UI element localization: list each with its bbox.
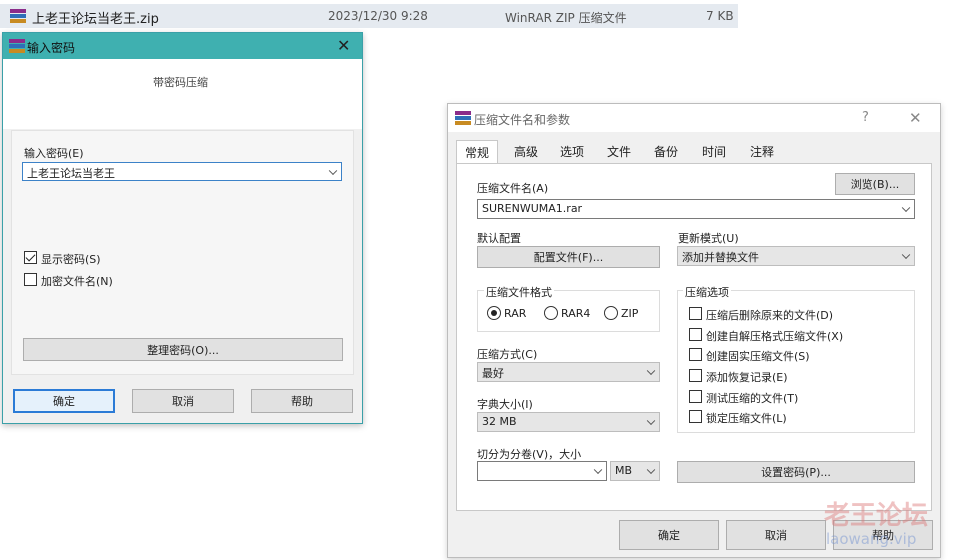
password-input-label: 输入密码(E) (24, 147, 84, 160)
close-icon[interactable]: ✕ (337, 36, 350, 55)
option-label: 压缩后删除原来的文件(D) (706, 309, 834, 322)
archive-name-value: SURENWUMA1.rar (482, 202, 583, 215)
method-label: 压缩方式(C) (477, 348, 538, 361)
tab-comment[interactable]: 注释 (740, 140, 784, 162)
watermark-logo: 老王论坛 (824, 501, 929, 531)
format-rar-label: RAR (504, 307, 527, 320)
option-sfx-checkbox[interactable] (689, 328, 702, 341)
file-name: 上老王论坛当老王.zip (32, 12, 159, 27)
tab-label: 时间 (701, 144, 726, 159)
file-list-row[interactable]: 上老王论坛当老王.zip 2023/12/30 9:28 WinRAR ZIP … (0, 4, 738, 28)
format-rar4-label: RAR4 (561, 307, 591, 320)
tab-files[interactable]: 文件 (597, 140, 641, 162)
option-label: 锁定压缩文件(L) (706, 412, 787, 425)
password-dialog-title: 输入密码 (27, 41, 76, 55)
option-solid-checkbox[interactable] (689, 348, 702, 361)
encrypt-names-checkbox[interactable] (24, 273, 37, 286)
cancel-button[interactable]: 取消 (726, 520, 826, 550)
password-input-value: 上老王论坛当老王 (27, 167, 115, 180)
update-mode-label: 更新模式(U) (678, 232, 739, 245)
chevron-down-icon[interactable] (901, 203, 911, 213)
ok-button[interactable]: 确定 (619, 520, 719, 550)
tab-options[interactable]: 选项 (550, 140, 594, 162)
cancel-button[interactable]: 取消 (132, 389, 234, 413)
file-date: 2023/12/30 9:28 (328, 9, 428, 23)
archive-dialog-titlebar: 压缩文件名和参数 ? ✕ (448, 104, 940, 132)
winrar-app-icon (9, 39, 25, 53)
tab-label: 备份 (653, 144, 678, 159)
update-mode-select[interactable]: 添加并替换文件 (677, 246, 915, 266)
browse-button[interactable]: 浏览(B)... (835, 173, 915, 195)
watermark-url: laowang.vip (826, 530, 917, 548)
update-mode-value: 添加并替换文件 (682, 251, 759, 264)
profiles-button[interactable]: 配置文件(F)... (477, 246, 660, 268)
help-button[interactable]: 帮助 (251, 389, 353, 413)
chevron-down-icon[interactable] (593, 465, 603, 475)
option-recovery-checkbox[interactable] (689, 369, 702, 382)
option-label: 添加恢复记录(E) (706, 371, 788, 384)
tab-label: 选项 (559, 144, 584, 159)
password-dialog: 输入密码 ✕ 带密码压缩 输入密码(E) 上老王论坛当老王 显示密码(S) 加密… (2, 32, 363, 424)
file-size: 7 KB (706, 9, 734, 23)
password-dialog-heading: 带密码压缩 (153, 76, 208, 89)
ok-button[interactable]: 确定 (13, 389, 115, 413)
format-zip-radio[interactable] (604, 306, 618, 320)
chevron-down-icon[interactable] (646, 416, 656, 426)
tab-label: 常规 (464, 146, 489, 160)
chevron-down-icon[interactable] (646, 366, 656, 376)
method-select[interactable]: 最好 (477, 362, 660, 382)
close-icon[interactable]: ✕ (909, 109, 922, 127)
split-volume-label: 切分为分卷(V)，大小 (477, 448, 582, 461)
tab-label: 高级 (513, 144, 538, 159)
archive-name-input[interactable]: SURENWUMA1.rar (477, 199, 915, 219)
archive-format-label: 压缩文件格式 (484, 284, 554, 300)
split-unit-select[interactable]: MB (610, 461, 660, 481)
tab-label: 注释 (749, 144, 774, 159)
option-label: 测试压缩的文件(T) (706, 392, 799, 405)
format-rar4-radio[interactable] (544, 306, 558, 320)
archive-dialog: 压缩文件名和参数 ? ✕ 常规 高级 选项 文件 备份 时间 注释 压缩文件名(… (447, 103, 941, 558)
option-lock-checkbox[interactable] (689, 410, 702, 423)
manage-passwords-button[interactable]: 整理密码(O)... (23, 338, 343, 361)
tab-general[interactable]: 常规 (456, 140, 498, 164)
winrar-file-icon (10, 9, 26, 23)
set-password-button[interactable]: 设置密码(P)... (677, 461, 915, 483)
tab-backup[interactable]: 备份 (644, 140, 688, 162)
password-dialog-titlebar: 输入密码 ✕ (3, 33, 362, 59)
split-size-input[interactable] (477, 461, 607, 481)
option-label: 创建固实压缩文件(S) (706, 350, 810, 363)
split-unit-value: MB (615, 464, 633, 477)
option-test-checkbox[interactable] (689, 390, 702, 403)
archive-options-label: 压缩选项 (683, 284, 731, 300)
password-input[interactable]: 上老王论坛当老王 (22, 162, 342, 181)
archive-name-label: 压缩文件名(A) (477, 182, 549, 195)
tab-label: 文件 (606, 144, 631, 159)
format-rar-radio[interactable] (487, 306, 501, 320)
file-type: WinRAR ZIP 压缩文件 (505, 11, 627, 25)
help-question-icon[interactable]: ? (862, 110, 869, 125)
encrypt-names-label: 加密文件名(N) (41, 275, 113, 288)
show-password-checkbox[interactable] (24, 251, 37, 264)
option-delete-after-checkbox[interactable] (689, 307, 702, 320)
dict-size-value: 32 MB (482, 415, 517, 428)
format-zip-label: ZIP (621, 307, 639, 320)
tab-strip: 常规 高级 选项 文件 备份 时间 注释 (456, 140, 796, 164)
option-label: 创建自解压格式压缩文件(X) (706, 330, 844, 343)
default-profile-label: 默认配置 (477, 232, 521, 245)
dict-size-label: 字典大小(I) (477, 398, 533, 411)
chevron-down-icon[interactable] (901, 250, 911, 260)
dict-size-select[interactable]: 32 MB (477, 412, 660, 432)
tab-time[interactable]: 时间 (692, 140, 736, 162)
method-value: 最好 (482, 367, 504, 380)
chevron-down-icon[interactable] (646, 465, 656, 475)
chevron-down-icon[interactable] (328, 166, 338, 175)
tab-advanced[interactable]: 高级 (504, 140, 548, 162)
show-password-label: 显示密码(S) (41, 253, 101, 266)
password-dialog-header (3, 59, 362, 129)
winrar-app-icon (455, 111, 471, 125)
archive-dialog-title: 压缩文件名和参数 (474, 113, 571, 127)
